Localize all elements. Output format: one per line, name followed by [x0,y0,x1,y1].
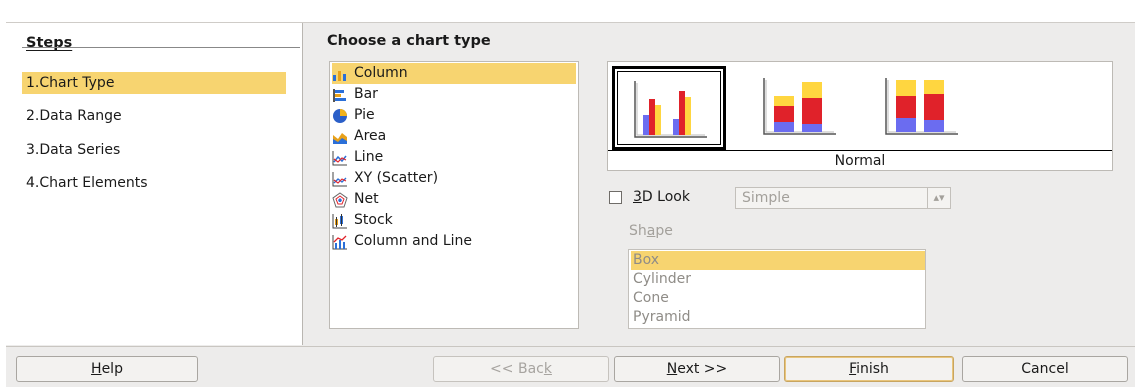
3d-look-option[interactable]: 3D Look [609,189,690,205]
normal-column-preview [629,77,711,143]
shape-list[interactable]: Box Cylinder Cone Pyramid [628,249,926,329]
percent-stacked-column-preview [880,74,962,140]
step-data-range[interactable]: 2.Data Range [22,105,286,127]
area-chart-icon [333,132,347,144]
line-chart-icon [332,150,347,165]
next-button[interactable]: Next >> [614,356,780,382]
background-document-text [330,0,336,11]
chart-type-label: Net [354,191,379,207]
variant-name-label: Normal [834,153,886,169]
chart-type-label: Area [354,128,387,144]
chart-type-label: Column and Line [354,233,473,249]
chart-type-pie[interactable]: Pie [332,105,576,126]
shape-item-cylinder[interactable]: Cylinder [631,270,925,289]
chart-type-label: XY (Scatter) [354,170,439,186]
shape-item-cone[interactable]: Cone [631,289,925,308]
up-down-arrows-icon: ▴▾ [927,188,950,208]
chart-type-stock[interactable]: Stock [332,210,576,231]
3d-scheme-select[interactable]: Simple ▴▾ [735,187,951,209]
steps-divider [22,47,300,48]
step-chart-type[interactable]: 1.Chart Type [22,72,286,94]
normal-column-variant[interactable] [612,66,726,150]
shape-item-pyramid[interactable]: Pyramid [631,308,925,327]
chart-type-page: Choose a chart type Column Bar Pie Area … [303,23,1135,345]
dialog-button-bar: Help << Back Next >> Finish Cancel [6,346,1135,387]
chart-type-label: Column [354,65,408,81]
chart-type-label: Pie [354,107,375,123]
cancel-button[interactable]: Cancel [962,356,1128,382]
3d-look-checkbox[interactable] [609,190,622,204]
chart-type-label: Stock [354,212,393,228]
chart-type-column-and-line[interactable]: Column and Line [332,231,576,252]
help-button[interactable]: Help [16,356,198,382]
bar-chart-icon [333,88,346,102]
chart-wizard-dialog: Steps 1.Chart Type 2.Data Range 3.Data S… [6,22,1135,387]
variant-divider [608,150,1112,151]
chart-type-column[interactable]: Column [332,63,576,84]
shape-item-box[interactable]: Box [631,251,925,270]
3d-scheme-value: Simple [742,190,790,206]
chart-type-label: Bar [354,86,378,102]
page-title: Choose a chart type [327,33,491,49]
chart-type-bar[interactable]: Bar [332,84,576,105]
column-chart-icon [333,70,346,81]
chart-type-list[interactable]: Column Bar Pie Area Line XY (Scatter) Ne… [329,61,579,329]
percent-stacked-column-variant[interactable] [866,66,980,150]
stacked-column-variant[interactable] [744,66,858,150]
stock-chart-icon [332,213,347,228]
steps-title: Steps [26,35,73,51]
chart-variant-selector: Normal [607,61,1113,171]
chart-type-area[interactable]: Area [332,126,576,147]
step-data-series[interactable]: 3.Data Series [22,139,286,161]
chart-type-xy-scatter[interactable]: XY (Scatter) [332,168,576,189]
chart-type-label: Line [354,149,384,165]
3d-look-label: 3D Look [633,189,690,205]
shape-label: Shape [629,223,673,239]
column-line-chart-icon [332,234,347,249]
stacked-column-preview [758,74,840,140]
step-chart-elements[interactable]: 4.Chart Elements [22,172,286,194]
steps-pane: Steps 1.Chart Type 2.Data Range 3.Data S… [6,23,303,345]
background-document-strip [0,0,1141,20]
net-chart-icon [332,191,348,207]
chart-type-line[interactable]: Line [332,147,576,168]
chart-type-net[interactable]: Net [332,189,576,210]
pie-chart-icon [333,108,347,123]
finish-button[interactable]: Finish [784,356,954,382]
back-button[interactable]: << Back [433,356,609,382]
scatter-chart-icon [332,171,347,186]
